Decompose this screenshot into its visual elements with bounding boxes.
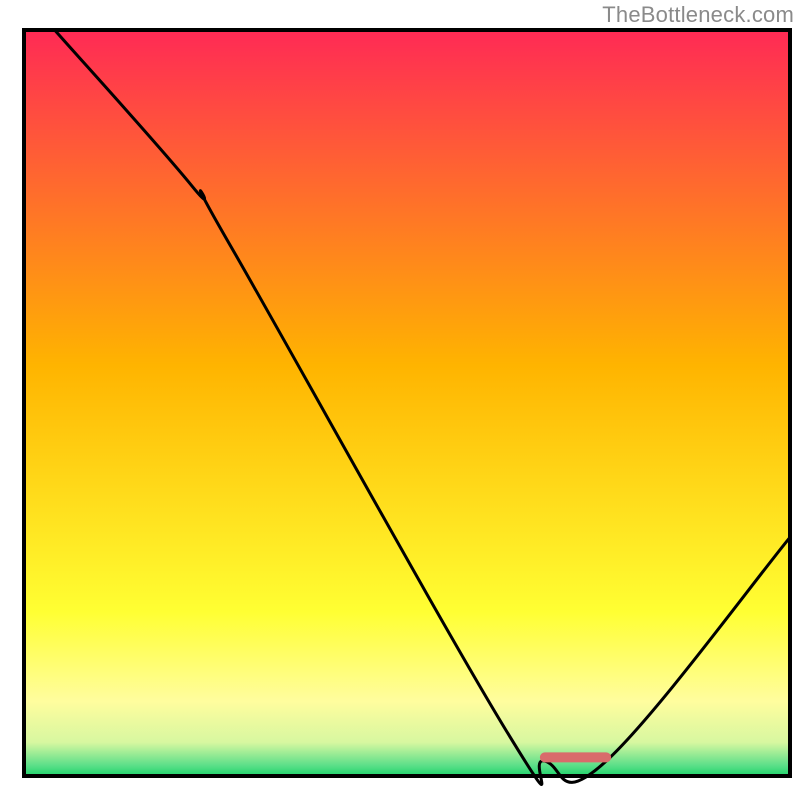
watermark-text: TheBottleneck.com: [602, 2, 794, 28]
plot-background: [24, 30, 790, 776]
chart-svg: [0, 0, 800, 800]
chart-container: { "watermark": "TheBottleneck.com", "cha…: [0, 0, 800, 800]
